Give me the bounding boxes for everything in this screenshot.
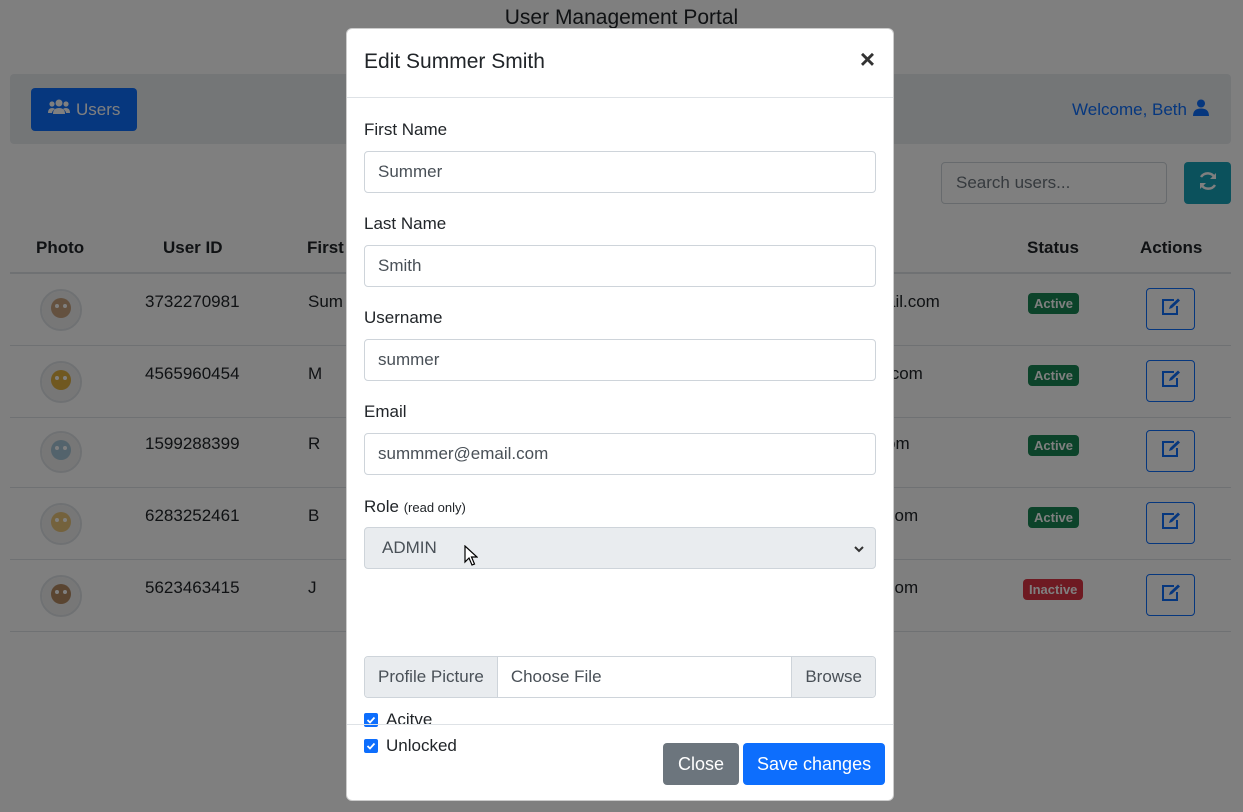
first-name-label: First Name [364,120,448,139]
chevron-down-icon [853,540,865,560]
email-value: summmer@email.com [378,444,549,463]
role-readonly-note: (read only) [403,500,466,515]
profile-picture-label: Profile Picture [365,657,498,697]
mouse-cursor-icon [464,544,479,572]
last-name-field[interactable]: Smith [364,245,876,287]
choose-file-label[interactable]: Choose File [498,657,791,697]
first-name-value: Summer [378,162,443,181]
browse-button[interactable]: Browse [791,657,875,697]
role-value: ADMIN [382,538,437,557]
role-label: Role (read only) [364,497,466,517]
profile-picture-input[interactable]: Profile Picture Choose File Browse [364,656,876,698]
modal-header: Edit Summer Smith × [347,29,893,98]
username-value: summer [378,350,440,369]
role-select[interactable]: ADMIN [364,527,876,569]
modal-title: Edit Summer Smith [364,50,545,73]
last-name-label: Last Name [364,214,447,233]
modal-footer: Close Save changes [347,724,893,801]
save-changes-button[interactable]: Save changes [743,743,886,785]
username-label: Username [364,308,443,327]
email-label: Email [364,402,407,421]
email-field[interactable]: summmer@email.com [364,433,876,475]
close-icon[interactable]: × [860,46,875,72]
close-button[interactable]: Close [663,743,740,785]
role-label-text: Role [364,497,399,516]
edit-user-modal: Edit Summer Smith × First Name Summer La… [346,28,894,801]
modal-body: First Name Summer Last Name Smith Userna… [347,98,893,755]
first-name-field[interactable]: Summer [364,151,876,193]
last-name-value: Smith [378,256,422,275]
username-field[interactable]: summer [364,339,876,381]
